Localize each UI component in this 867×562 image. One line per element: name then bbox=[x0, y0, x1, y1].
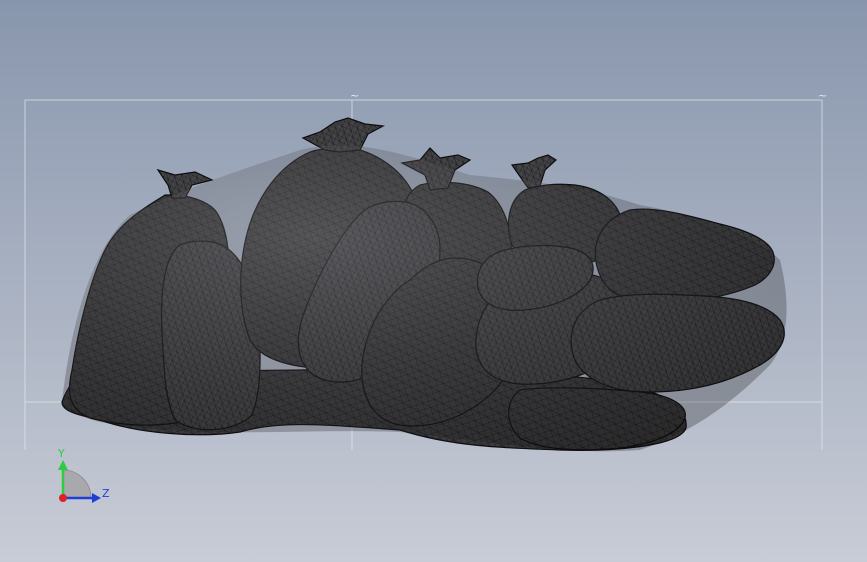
bounding-box-marker: ~ bbox=[818, 89, 827, 102]
model-view[interactable]: ~ ~ Y Z bbox=[0, 0, 867, 562]
axis-label-y: Y bbox=[57, 447, 65, 460]
graphics-viewport[interactable]: ~ ~ Y Z bbox=[0, 0, 867, 562]
axis-label-z: Z bbox=[102, 487, 110, 500]
bounding-box-marker: ~ bbox=[350, 89, 359, 102]
